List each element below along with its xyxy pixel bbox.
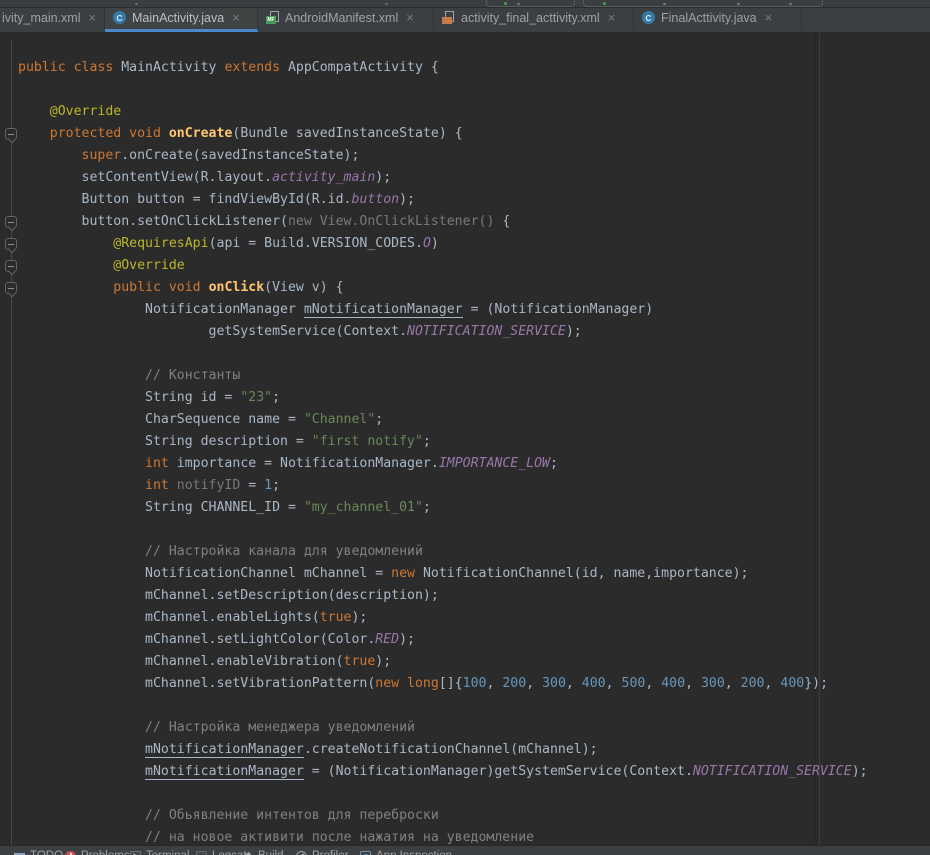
tab-activity-main-xml[interactable]: ivity_main.xml ×	[0, 8, 105, 32]
toolwindow-label: Build	[258, 850, 284, 855]
manifest-badge: MF	[266, 16, 276, 24]
close-icon[interactable]: ×	[406, 11, 414, 24]
profiler-gauge-icon	[296, 851, 307, 855]
code-line[interactable]	[0, 519, 930, 541]
toolwindow-profiler[interactable]: Profiler	[296, 850, 348, 855]
toolbar-glyph	[663, 3, 666, 5]
toolbar-strip	[0, 0, 930, 8]
tab-label: activity_final_acttivity.xml	[461, 11, 600, 25]
toolwindow-terminal[interactable]: Terminal	[130, 850, 189, 855]
close-icon[interactable]: ×	[88, 11, 96, 24]
layout-badge	[442, 17, 452, 24]
code-line[interactable]: public void onClick(View v) {	[0, 277, 930, 299]
tab-label: AndroidManifest.xml	[285, 11, 398, 25]
toolbar-glyph	[789, 3, 792, 5]
code-line[interactable]	[0, 783, 930, 805]
code-line[interactable]: mChannel.enableVibration(true);	[0, 651, 930, 673]
code-line[interactable]: CharSequence name = "Channel";	[0, 409, 930, 431]
code-line[interactable]: @Override	[0, 101, 930, 123]
code-line[interactable]: @Override	[0, 255, 930, 277]
code-line[interactable]: mChannel.setVibrationPattern(new long[]{…	[0, 673, 930, 695]
code-line[interactable]: mNotificationManager = (NotificationMana…	[0, 761, 930, 783]
code-line[interactable]: int importance = NotificationManager.IMP…	[0, 453, 930, 475]
code-line[interactable]	[0, 343, 930, 365]
close-icon[interactable]: ×	[608, 11, 616, 24]
code-line[interactable]: // Настройка канала для уведомлений	[0, 541, 930, 563]
code-line[interactable]: public class MainActivity extends AppCom…	[0, 57, 930, 79]
run-status-dot	[504, 2, 507, 5]
layout-xml-file-icon	[442, 11, 455, 24]
ide-window: ivity_main.xml × C MainActivity.java × M…	[0, 0, 930, 855]
code-line[interactable]: // Обьявление интентов для переброски	[0, 805, 930, 827]
toolbar-glyph	[385, 3, 388, 5]
code-line[interactable]: String id = "23";	[0, 387, 930, 409]
toolwindow-label: Profiler	[312, 850, 348, 855]
toolwindow-label: App Inspection	[376, 850, 452, 855]
fold-marker-icon[interactable]	[5, 128, 17, 140]
tab-label: FinalActtivity.java	[661, 11, 757, 25]
tab-mainactivity-java[interactable]: C MainActivity.java ×	[105, 8, 258, 32]
app-inspection-icon	[360, 851, 371, 855]
close-icon[interactable]: ×	[765, 11, 773, 24]
toolwindow-label: TODO	[30, 850, 63, 855]
close-icon[interactable]: ×	[232, 11, 240, 24]
tab-androidmanifest-xml[interactable]: MF AndroidManifest.xml ×	[258, 8, 434, 32]
code-lines-container: public class MainActivity extends AppCom…	[0, 57, 930, 845]
code-editor[interactable]: public class MainActivity extends AppCom…	[0, 33, 930, 845]
toolwindow-build[interactable]: Build	[242, 850, 284, 855]
code-line[interactable]: getSystemService(Context.NOTIFICATION_SE…	[0, 321, 930, 343]
toolwindow-label: Problems	[81, 850, 130, 855]
build-hammer-icon	[242, 851, 253, 855]
code-line[interactable]: int notifyID = 1;	[0, 475, 930, 497]
code-line[interactable]: super.onCreate(savedInstanceState);	[0, 145, 930, 167]
fold-marker-icon[interactable]	[5, 260, 17, 272]
code-line[interactable]: protected void onCreate(Bundle savedInst…	[0, 123, 930, 145]
problems-icon	[65, 851, 76, 855]
code-line[interactable]: // Константы	[0, 365, 930, 387]
tab-label: MainActivity.java	[132, 11, 224, 25]
toolwindow-app-inspection[interactable]: App Inspection	[360, 850, 452, 855]
tab-label: ivity_main.xml	[2, 11, 80, 25]
run-config-button[interactable]	[486, 0, 575, 7]
tool-window-bar: TODO Problems Terminal Logcat Build Prof…	[0, 845, 930, 855]
toolbar-glyph	[135, 3, 138, 5]
code-line[interactable]: NotificationManager mNotificationManager…	[0, 299, 930, 321]
tab-finalacttivity-java[interactable]: C FinalActtivity.java ×	[634, 8, 802, 32]
toolwindow-problems[interactable]: Problems	[65, 850, 130, 855]
fold-marker-icon[interactable]	[5, 216, 17, 228]
code-line[interactable]: @RequiresApi(api = Build.VERSION_CODES.O…	[0, 233, 930, 255]
code-line[interactable]: mChannel.setDescription(description);	[0, 585, 930, 607]
code-line[interactable]: button.setOnClickListener(new View.OnCli…	[0, 211, 930, 233]
terminal-icon	[130, 851, 141, 855]
device-status-dot	[603, 2, 606, 5]
code-line[interactable]: Button button = findViewById(R.id.button…	[0, 189, 930, 211]
toolwindow-logcat[interactable]: Logcat	[196, 850, 247, 855]
toolbar-glyph	[517, 3, 520, 5]
code-line[interactable]: NotificationChannel mChannel = new Notif…	[0, 563, 930, 585]
toolbar-glyph	[737, 3, 740, 5]
java-class-icon: C	[642, 11, 655, 24]
code-line[interactable]: String CHANNEL_ID = "my_channel_01";	[0, 497, 930, 519]
device-selector-button[interactable]	[583, 0, 823, 7]
code-line[interactable]: mChannel.enableLights(true);	[0, 607, 930, 629]
manifest-file-icon: MF	[266, 11, 279, 24]
toolwindow-todo[interactable]: TODO	[14, 850, 63, 855]
code-line[interactable]: mNotificationManager.createNotificationC…	[0, 739, 930, 761]
java-class-icon: C	[113, 11, 126, 24]
code-line[interactable]: String description = "first notify";	[0, 431, 930, 453]
code-line[interactable]	[0, 79, 930, 101]
code-line[interactable]: setContentView(R.layout.activity_main);	[0, 167, 930, 189]
code-line[interactable]	[0, 695, 930, 717]
code-line[interactable]: mChannel.setLightColor(Color.RED);	[0, 629, 930, 651]
editor-tab-bar: ivity_main.xml × C MainActivity.java × M…	[0, 8, 930, 33]
code-line[interactable]: // на новое активити после нажатия на ув…	[0, 827, 930, 845]
fold-marker-icon[interactable]	[5, 238, 17, 250]
toolwindow-label: Terminal	[146, 850, 189, 855]
code-line[interactable]: // Настройка менеджера уведомлений	[0, 717, 930, 739]
tab-activity-final-acttivity-xml[interactable]: activity_final_acttivity.xml ×	[434, 8, 634, 32]
fold-marker-icon[interactable]	[5, 282, 17, 294]
logcat-icon	[196, 851, 207, 855]
